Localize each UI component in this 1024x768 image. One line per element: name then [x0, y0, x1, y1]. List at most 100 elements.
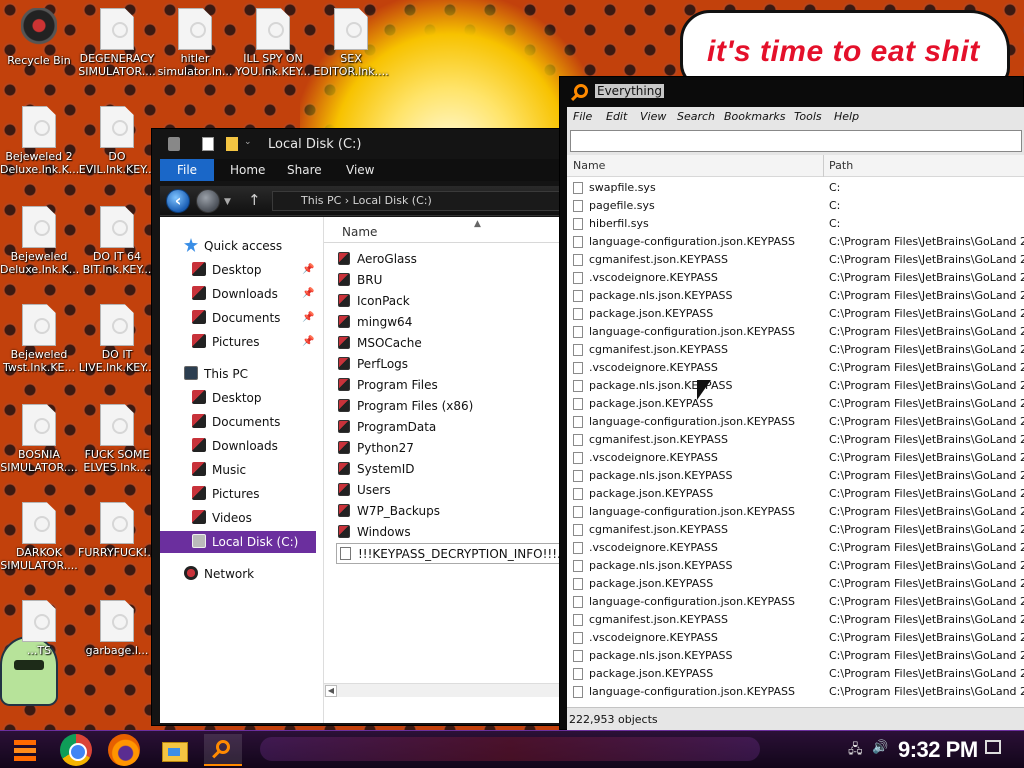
nav-music[interactable]: Music	[192, 459, 246, 481]
result-row[interactable]: cgmanifest.json.KEYPASS C:\Program Files\…	[567, 431, 1024, 449]
nav-desktop-pinned[interactable]: Desktop 📌	[192, 259, 314, 281]
menu-file[interactable]: File	[573, 110, 592, 123]
file-row-selected[interactable]: !!!KEYPASS_DECRYPTION_INFO!!!.txt	[336, 543, 585, 564]
desktop-icon[interactable]: DEGENERACY SIMULATOR....	[78, 8, 156, 78]
tab-share[interactable]: Share	[287, 159, 322, 181]
desktop-icon[interactable]: Bejeweled 2 Deluxe.lnk.K...	[0, 106, 79, 176]
menu-help[interactable]: Help	[834, 110, 859, 123]
tab-file[interactable]: File	[160, 159, 214, 181]
column-header-name[interactable]: Name ▲	[324, 219, 565, 243]
horizontal-scrollbar[interactable]: ◀	[324, 683, 565, 697]
nav-desktop[interactable]: Desktop	[192, 387, 262, 409]
nav-documents-pinned[interactable]: Documents 📌	[192, 307, 314, 329]
desktop-icon-recycle-bin[interactable]: Recycle Bin	[0, 8, 78, 67]
file-row[interactable]: Users	[338, 480, 391, 501]
file-row[interactable]: Program Files	[338, 375, 438, 396]
menu-edit[interactable]: Edit	[606, 110, 627, 123]
result-row[interactable]: package.nls.json.KEYPASS C:\Program Files…	[567, 557, 1024, 575]
result-row[interactable]: package.json.KEYPASS C:\Program Files\Jet…	[567, 575, 1024, 593]
result-row[interactable]: package.nls.json.KEYPASS C:\Program Files…	[567, 377, 1024, 395]
firefox-icon[interactable]	[108, 734, 140, 766]
desktop-icon[interactable]: DO EVIL.lnk.KEY...	[78, 106, 156, 176]
clock[interactable]: 9:32 PM	[898, 737, 978, 763]
result-row[interactable]: .vscodeignore.KEYPASS C:\Program Files\Je…	[567, 629, 1024, 647]
desktop-icon[interactable]: DO IT 64 BIT.lnk.KEY...	[78, 206, 156, 276]
start-button[interactable]	[10, 734, 42, 766]
forward-arrow-icon[interactable]	[196, 189, 220, 213]
recent-locations-chevron-icon[interactable]: ▼	[224, 197, 231, 207]
file-row[interactable]: BRU	[338, 270, 382, 291]
result-row[interactable]: language-configuration.json.KEYPASS C:\Pr…	[567, 233, 1024, 251]
result-row[interactable]: cgmanifest.json.KEYPASS C:\Program Files\…	[567, 611, 1024, 629]
volume-icon[interactable]: 🔊	[872, 740, 888, 755]
everything-title-bar[interactable]: Everything	[560, 77, 1023, 107]
file-row[interactable]: AeroGlass	[338, 249, 417, 270]
result-row[interactable]: swapfile.sys C:	[567, 179, 1024, 197]
file-row[interactable]: mingw64	[338, 312, 412, 333]
result-row[interactable]: package.json.KEYPASS C:\Program Files\Jet…	[567, 665, 1024, 683]
result-row[interactable]: hiberfil.sys C:	[567, 215, 1024, 233]
desktop-icon[interactable]: BOSNIA SIMULATOR....	[0, 404, 78, 474]
result-row[interactable]: package.json.KEYPASS C:\Program Files\Jet…	[567, 305, 1024, 323]
result-row[interactable]: language-configuration.json.KEYPASS C:\Pr…	[567, 503, 1024, 521]
nav-downloads[interactable]: Downloads	[192, 435, 278, 457]
desktop-icon[interactable]: DARKOK SIMULATOR....	[0, 502, 78, 572]
new-folder-icon[interactable]	[226, 137, 238, 151]
nav-quick-access[interactable]: Quick access	[184, 235, 282, 257]
notification-icon[interactable]	[985, 740, 1001, 754]
result-row[interactable]: cgmanifest.json.KEYPASS C:\Program Files\…	[567, 341, 1024, 359]
nav-pictures[interactable]: Pictures	[192, 483, 260, 505]
menu-tools[interactable]: Tools	[794, 110, 822, 123]
file-row[interactable]: PerfLogs	[338, 354, 408, 375]
file-row[interactable]: Program Files (x86)	[338, 396, 473, 417]
menu-view[interactable]: View	[640, 110, 666, 123]
up-arrow-icon[interactable]: ↑	[248, 191, 261, 209]
network-tray-icon[interactable]: 🖧	[848, 740, 863, 762]
desktop-icon[interactable]: Bejeweled Twst.lnk.KE...	[0, 304, 78, 374]
nav-pictures-pinned[interactable]: Pictures 📌	[192, 331, 314, 353]
desktop-icon[interactable]: FUCK SOME ELVES.lnk....	[78, 404, 156, 474]
address-bar[interactable]: This PC › Local Disk (C:)	[272, 191, 564, 211]
everything-taskbar-button[interactable]	[204, 734, 242, 766]
column-divider[interactable]	[823, 155, 824, 177]
result-row[interactable]: .vscodeignore.KEYPASS C:\Program Files\Je…	[567, 359, 1024, 377]
file-explorer-icon[interactable]	[158, 734, 190, 766]
result-row[interactable]: language-configuration.json.KEYPASS C:\Pr…	[567, 593, 1024, 611]
result-row[interactable]: .vscodeignore.KEYPASS C:\Program Files\Je…	[567, 449, 1024, 467]
file-row[interactable]: W7P_Backups	[338, 501, 440, 522]
explorer-title-bar[interactable]: ⌄ Local Disk (C:)	[152, 129, 562, 159]
file-row[interactable]: Python27	[338, 438, 414, 459]
nav-local-disk[interactable]: Local Disk (C:)	[160, 531, 316, 553]
desktop-icon[interactable]: garbage.l...	[78, 600, 156, 657]
nav-videos[interactable]: Videos	[192, 507, 252, 529]
file-row[interactable]: IconPack	[338, 291, 410, 312]
result-row[interactable]: language-configuration.json.KEYPASS C:\Pr…	[567, 683, 1024, 701]
tab-home[interactable]: Home	[230, 159, 265, 181]
result-row[interactable]: package.nls.json.KEYPASS C:\Program Files…	[567, 287, 1024, 305]
back-arrow-icon[interactable]: ‹	[166, 189, 190, 213]
file-row[interactable]: Windows	[338, 522, 411, 543]
result-row[interactable]: package.json.KEYPASS C:\Program Files\Jet…	[567, 395, 1024, 413]
desktop-icon[interactable]: hitler simulator.ln...	[156, 8, 234, 78]
column-header-path[interactable]: Path	[829, 159, 853, 172]
result-row[interactable]: package.nls.json.KEYPASS C:\Program Files…	[567, 467, 1024, 485]
tab-view[interactable]: View	[346, 159, 374, 181]
result-row[interactable]: package.nls.json.KEYPASS C:\Program Files…	[567, 647, 1024, 665]
desktop-icon[interactable]: ...TS	[0, 600, 78, 657]
result-row[interactable]: cgmanifest.json.KEYPASS C:\Program Files\…	[567, 251, 1024, 269]
result-row[interactable]: .vscodeignore.KEYPASS C:\Program Files\Je…	[567, 269, 1024, 287]
desktop-icon[interactable]: DO IT LIVE.lnk.KEY...	[78, 304, 156, 374]
file-row[interactable]: MSOCache	[338, 333, 422, 354]
scroll-left-icon[interactable]: ◀	[325, 685, 337, 697]
nav-documents[interactable]: Documents	[192, 411, 280, 433]
nav-downloads-pinned[interactable]: Downloads 📌	[192, 283, 314, 305]
desktop-icon[interactable]: FURRYFUCK!...	[78, 502, 158, 559]
menu-search[interactable]: Search	[677, 110, 715, 123]
column-header-name[interactable]: Name	[573, 159, 605, 172]
result-row[interactable]: package.json.KEYPASS C:\Program Files\Jet…	[567, 485, 1024, 503]
search-input[interactable]	[570, 130, 1022, 152]
file-row[interactable]: SystemID	[338, 459, 415, 480]
result-row[interactable]: cgmanifest.json.KEYPASS C:\Program Files\…	[567, 521, 1024, 539]
nav-network[interactable]: Network	[184, 563, 254, 585]
chevron-down-icon[interactable]: ⌄	[244, 137, 256, 151]
